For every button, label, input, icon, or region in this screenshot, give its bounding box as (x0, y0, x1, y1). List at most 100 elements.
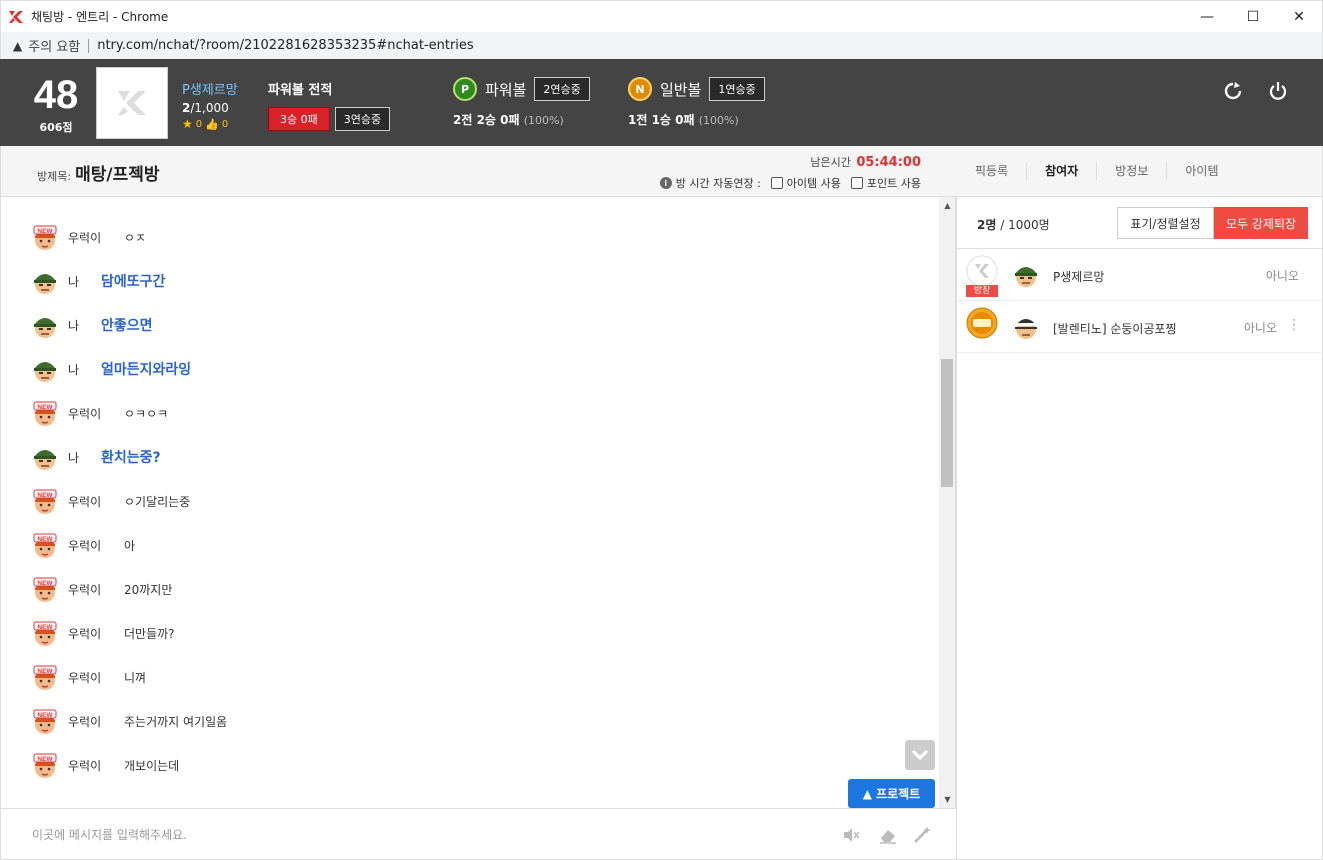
army-face-icon (33, 449, 57, 471)
level-number: 48 (33, 73, 79, 117)
normalball-icon: N (628, 77, 652, 101)
message-sender[interactable]: 우럭이 (68, 229, 104, 246)
scroll-up-arrow-icon[interactable]: ▲ (939, 197, 956, 214)
warning-icon[interactable]: ▲ (13, 39, 22, 53)
normalball-record: 1전 1승 0패 (100%) (628, 111, 765, 128)
power-record: 파워볼 전적 3승 0패 3연승중 (268, 79, 391, 131)
chat-messages[interactable]: NEW 우럭이 ㅇㅈ 나 담에또구간 나 안좋으면 (0, 197, 939, 808)
user-stats: ★ 0 👍 0 (182, 117, 238, 131)
member-count-total: /1,000 (190, 101, 229, 115)
message-sender[interactable]: 우럭이 (68, 625, 104, 642)
message-sender[interactable]: 우럭이 (68, 493, 104, 510)
power-record-title: 파워볼 전적 (268, 83, 333, 98)
new-user-face-icon (33, 665, 57, 691)
tab-participants[interactable]: 참여자 (1027, 162, 1098, 180)
message-sender[interactable]: 우럭이 (68, 757, 104, 774)
message-sender[interactable]: 우럭이 (68, 537, 104, 554)
minimize-button[interactable]: — (1184, 1, 1230, 33)
point-use-label[interactable]: 포인트 사용 (867, 175, 921, 191)
tab-room-info[interactable]: 방정보 (1097, 162, 1168, 180)
bandana-face-icon (1015, 319, 1037, 339)
message-sender[interactable]: 우럭이 (68, 405, 104, 422)
more-options-icon[interactable]: ⋮ (1287, 317, 1301, 333)
url-text[interactable]: ntry.com/nchat/?room/2102281628353235#nc… (97, 38, 473, 53)
room-options: i 방 시간 자동연장 : 아이템 사용 포인트 사용 (659, 175, 921, 191)
message-sender[interactable]: 나 (68, 361, 96, 378)
participants-panel: 2명 / 1000명 표기/정렬설정 모두 강제퇴장 방장 P생제르망 아니오 … (956, 197, 1323, 860)
level-box: 48 606점 (28, 73, 84, 135)
item-use-label[interactable]: 아이템 사용 (787, 175, 841, 191)
like-count: 0 (221, 118, 229, 130)
security-warning-label[interactable]: 주의 요함 (28, 36, 80, 55)
maximize-button[interactable]: ☐ (1230, 1, 1276, 33)
display-sort-settings-button[interactable]: 표기/정렬설정 (1117, 207, 1214, 239)
message-sender[interactable]: 우럭이 (68, 713, 104, 730)
close-button[interactable]: ✕ (1276, 1, 1322, 33)
chat-message: 우럭이 ㅇㅋㅇㅋ (31, 398, 168, 428)
eraser-icon[interactable] (878, 825, 898, 845)
participant-row[interactable]: [발렌티노] 순둥이공포찡 아니오 ⋮ (957, 301, 1323, 353)
kick-all-button[interactable]: 모두 강제퇴장 (1214, 207, 1308, 239)
message-text: 얼마든지와라잉 (101, 362, 192, 378)
power-record-result: 3승 0패 (268, 107, 330, 131)
thumbs-up-icon: 👍 (205, 117, 219, 131)
chat-message: 나 환치는중? (31, 442, 161, 472)
user-name[interactable]: P생제르망 (182, 79, 238, 98)
message-sender[interactable]: 나 (68, 273, 96, 290)
user-header: 48 606점 P생제르망 2/1,000 ★ 0 👍 0 파워볼 전적 3승 … (0, 59, 1323, 146)
army-face-icon (33, 273, 57, 295)
info-icon[interactable]: i (659, 177, 672, 189)
message-text: 환치는중? (101, 450, 161, 466)
scroll-down-arrow-icon[interactable]: ▼ (939, 791, 956, 808)
participant-name[interactable]: [발렌티노] 순둥이공포찡 (1053, 320, 1177, 337)
participant-flag: 아니오 (1265, 269, 1299, 283)
scroll-thumb[interactable] (941, 359, 953, 487)
host-logo-icon (966, 255, 998, 287)
message-text: 니껴 (124, 670, 147, 685)
new-user-face-icon (33, 225, 57, 251)
powerball-icon: P (453, 77, 477, 101)
user-info: P생제르망 2/1,000 ★ 0 👍 0 (182, 79, 238, 131)
message-sender[interactable]: 나 (68, 449, 96, 466)
scroll-to-bottom-button[interactable] (905, 740, 935, 770)
message-text: 안좋으면 (101, 318, 153, 334)
message-sender[interactable]: 나 (68, 317, 96, 334)
message-sender[interactable]: 우럭이 (68, 669, 104, 686)
window-titlebar: 채팅방 - 엔트리 - Chrome — ☐ ✕ (0, 0, 1323, 32)
tab-pick-register[interactable]: 픽등록 (956, 162, 1028, 180)
avatar-placeholder-icon (118, 91, 146, 115)
room-bar: 방제목: 매탕/프젝방 남은시간 05:44:00 i 방 시간 자동연장 : … (0, 146, 956, 197)
item-use-checkbox[interactable] (770, 177, 783, 189)
chat-message: 나 담에또구간 (31, 266, 165, 296)
chat-scrollbar[interactable]: ▲ ▼ (939, 197, 956, 808)
message-input[interactable]: 이곳에 메시지를 입력해주세요. (32, 826, 187, 843)
project-button[interactable]: ▲ 프로젝트 (848, 779, 935, 808)
message-input-bar[interactable]: 이곳에 메시지를 입력해주세요. (0, 808, 956, 860)
refresh-icon[interactable] (1223, 81, 1243, 101)
auto-extend-label: 방 시간 자동연장 : (675, 177, 761, 190)
power-icon[interactable] (1268, 81, 1288, 101)
point-use-checkbox[interactable] (850, 177, 863, 189)
normalball-record-text: 1전 1승 0패 (628, 113, 695, 127)
magic-wand-icon[interactable] (912, 825, 932, 845)
message-text: 더만들까? (124, 626, 175, 641)
powerball-stats: P 파워볼 2연승중 2전 2승 0패 (100%) (453, 77, 590, 128)
participant-name[interactable]: P생제르망 (1053, 268, 1104, 285)
room-name: 매탕/프젝방 (75, 165, 160, 185)
message-text: 담에또구간 (101, 274, 166, 290)
message-text: ㅇㅋㅇㅋ (124, 406, 169, 421)
normalball-pct: (100%) (698, 114, 739, 127)
chat-message: 나 안좋으면 (31, 310, 153, 340)
chat-message: 우럭이 개보이는데 (31, 750, 179, 780)
tab-items[interactable]: 아이템 (1167, 162, 1236, 180)
powerball-pct: (100%) (523, 114, 564, 127)
participant-flag: 아니오 (1243, 321, 1277, 335)
participant-row[interactable]: 방장 P생제르망 아니오 (957, 249, 1323, 301)
normalball-stats: N 일반볼 1연승중 1전 1승 0패 (100%) (628, 77, 765, 128)
army-face-icon (33, 317, 57, 339)
message-sender[interactable]: 우럭이 (68, 581, 104, 598)
mute-icon[interactable] (841, 825, 861, 845)
remaining-time-value: 05:44:00 (856, 155, 921, 170)
address-bar[interactable]: ▲ 주의 요함 ntry.com/nchat/?room/21022816283… (0, 32, 1323, 59)
avatar[interactable] (96, 67, 168, 139)
